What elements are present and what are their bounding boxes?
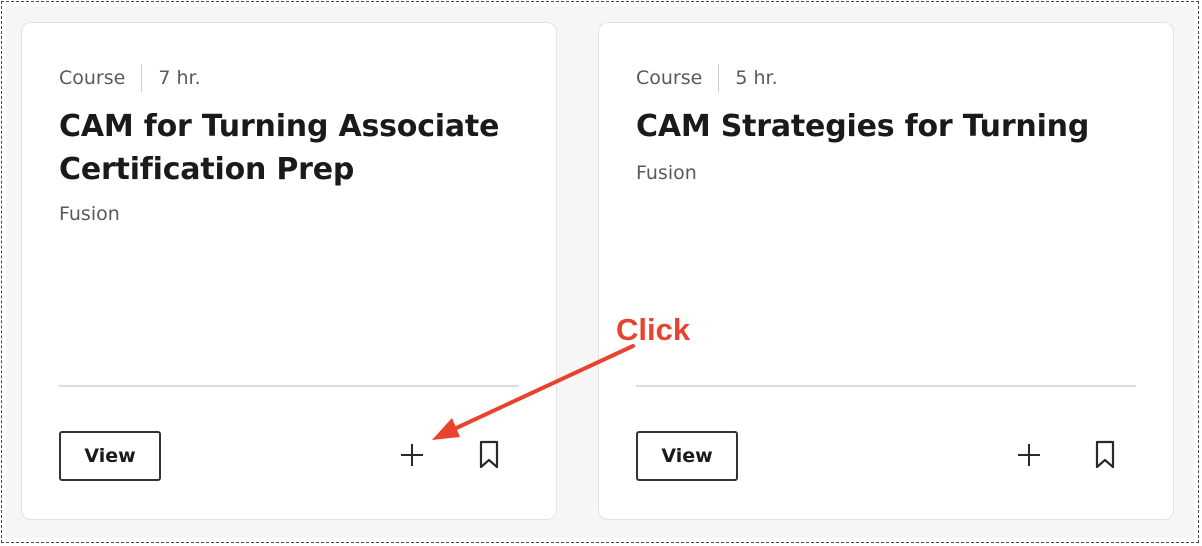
course-type: Course — [636, 67, 703, 89]
plus-icon — [401, 444, 423, 466]
course-duration: 7 hr. — [158, 67, 201, 89]
course-meta: Course 7 hr. — [59, 63, 201, 93]
meta-separator — [141, 64, 143, 92]
plus-icon — [1018, 444, 1040, 466]
course-card: Course 5 hr. CAM Strategies for Turning … — [598, 22, 1174, 520]
meta-separator — [718, 64, 720, 92]
view-button[interactable]: View — [636, 431, 738, 481]
bookmark-button[interactable] — [1089, 439, 1121, 471]
bookmark-icon — [479, 440, 499, 469]
course-type: Course — [59, 67, 126, 89]
add-button[interactable] — [1013, 439, 1045, 471]
card-divider — [59, 385, 519, 387]
course-duration: 5 hr. — [735, 67, 778, 89]
course-product: Fusion — [59, 203, 120, 225]
click-annotation-label: Click — [616, 312, 691, 347]
bookmark-button[interactable] — [473, 439, 505, 471]
course-product: Fusion — [636, 162, 697, 184]
course-meta: Course 5 hr. — [636, 63, 778, 93]
course-card: Course 7 hr. CAM for Turning Associate C… — [21, 22, 557, 520]
course-title[interactable]: CAM for Turning Associate Certification … — [59, 105, 529, 191]
course-title[interactable]: CAM Strategies for Turning — [636, 105, 1156, 148]
view-button[interactable]: View — [59, 431, 161, 481]
add-button[interactable] — [396, 439, 428, 471]
bookmark-icon — [1095, 440, 1115, 469]
card-divider — [636, 385, 1136, 387]
